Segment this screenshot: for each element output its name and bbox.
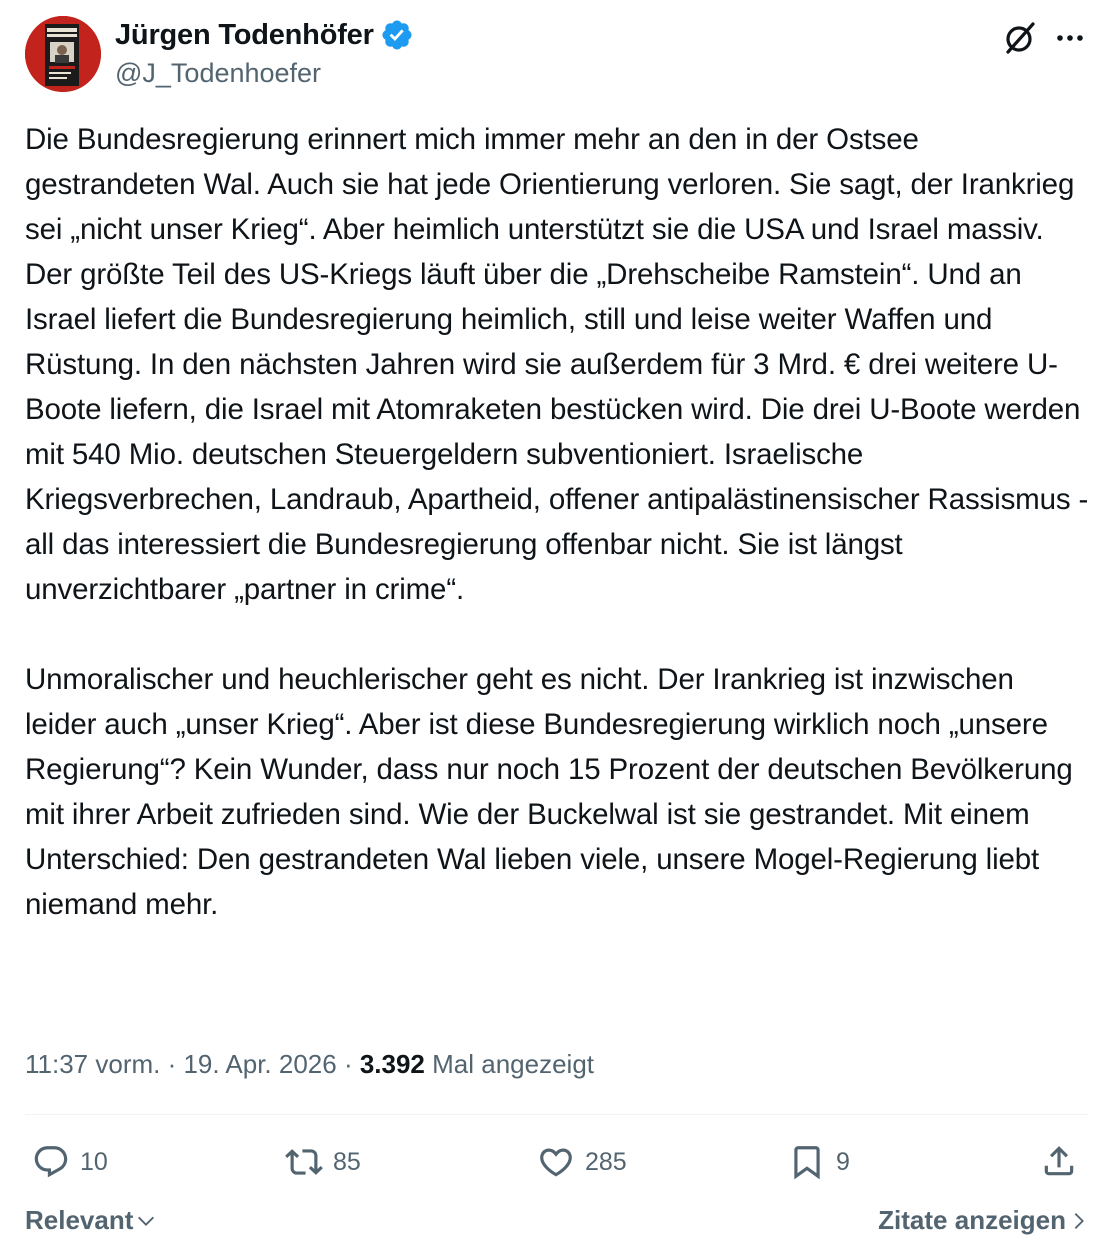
author-handle[interactable]: @J_Todenhoefer — [115, 58, 321, 89]
bookmark-count: 9 — [836, 1147, 850, 1176]
repost-icon — [285, 1149, 323, 1175]
views-count[interactable]: 3.392 — [360, 1049, 425, 1079]
sort-label: Relevant — [25, 1205, 134, 1235]
chevron-right-icon — [1074, 1212, 1084, 1229]
heart-icon — [540, 1148, 572, 1177]
meta-separator: · — [160, 1049, 184, 1079]
bookmark-icon — [794, 1146, 820, 1180]
author-display-name[interactable]: Jürgen Todenhöfer — [115, 19, 374, 52]
tweet-meta: 11:37 vorm. · 19. Apr. 2026 · 3.392 Mal … — [25, 1049, 594, 1080]
repost-button[interactable]: 85 — [285, 1140, 361, 1184]
reply-count: 10 — [80, 1147, 108, 1176]
chevron-down-icon — [138, 1216, 155, 1226]
view-quotes-link[interactable]: Zitate anzeigen — [878, 1205, 1090, 1236]
tweet-date[interactable]: 19. Apr. 2026 — [183, 1049, 336, 1079]
meta-separator: · — [336, 1049, 360, 1079]
quotes-label: Zitate anzeigen — [878, 1205, 1066, 1235]
like-count: 285 — [585, 1147, 627, 1176]
tweet-text: Die Bundesregierung erinnert mich immer … — [25, 117, 1093, 927]
verified-badge-icon[interactable] — [380, 18, 414, 52]
tweet-paragraph-2: Unmoralischer und heuchlerischer geht es… — [25, 663, 1081, 921]
tweet-time[interactable]: 11:37 vorm. — [25, 1049, 160, 1079]
more-icon[interactable] — [1052, 20, 1088, 56]
like-button[interactable]: 285 — [537, 1140, 627, 1184]
sort-dropdown[interactable]: Relevant — [25, 1205, 157, 1236]
tweet-detail: Jürgen Todenhöfer @J_Todenhoefer Die Bun… — [0, 0, 1115, 1254]
tweet-paragraph-1: Die Bundesregierung erinnert mich immer … — [25, 123, 1097, 606]
repost-count: 85 — [333, 1147, 361, 1176]
reply-icon — [34, 1146, 68, 1178]
author-name-row[interactable]: Jürgen Todenhöfer — [115, 18, 414, 52]
divider — [25, 1114, 1088, 1115]
book-cover-avatar-icon — [25, 16, 101, 92]
avatar[interactable] — [25, 16, 101, 92]
share-icon[interactable] — [1040, 1142, 1078, 1180]
grok-icon[interactable] — [1000, 18, 1040, 58]
bookmark-button[interactable]: 9 — [788, 1140, 850, 1184]
reply-button[interactable]: 10 — [32, 1140, 108, 1184]
views-label: Mal angezeigt — [432, 1049, 595, 1079]
